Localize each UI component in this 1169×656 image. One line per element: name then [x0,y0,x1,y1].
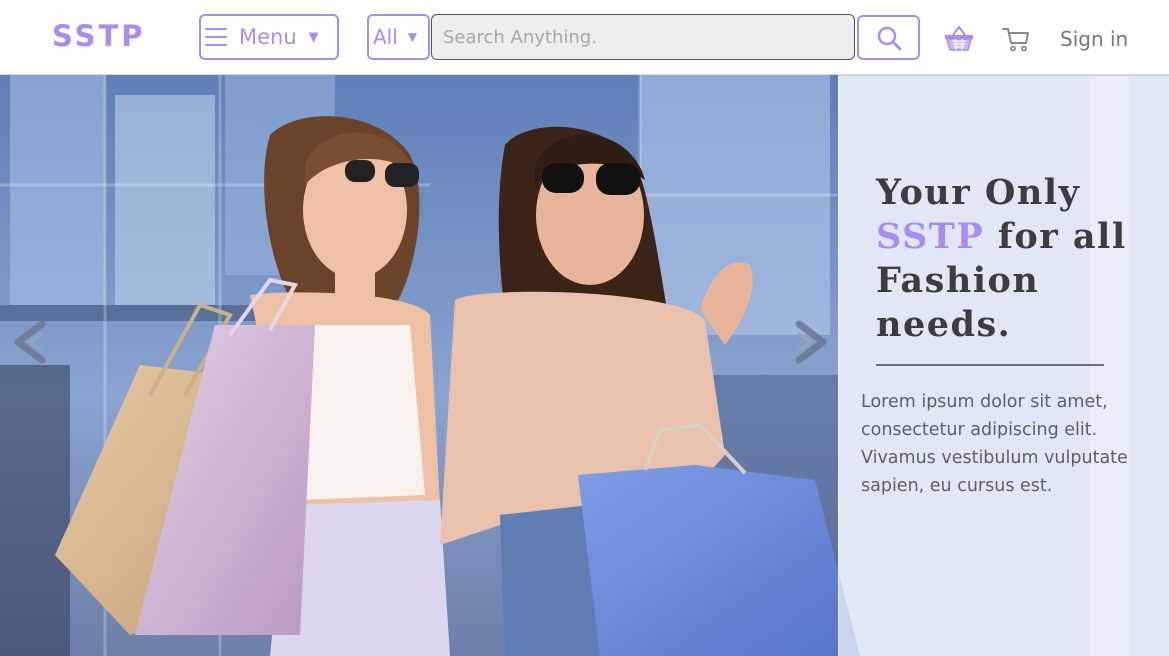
promo-heading-brand: SSTP [876,216,985,257]
carousel-next-arrow[interactable] [793,320,829,364]
carousel-prev-arrow[interactable] [12,320,48,364]
menu-button[interactable]: Menu ▼ [199,14,339,60]
category-select-value: All [373,25,398,49]
chevron-right-icon [795,320,827,364]
category-select[interactable]: All ▼ [367,14,430,60]
promo-heading-line4: needs. [876,304,1012,345]
sign-in-link[interactable]: Sign in [1060,27,1128,51]
promo-panel: Your Only SSTP for all Fashion needs. Lo… [838,75,1169,656]
promo-divider [876,364,1104,366]
menu-button-label: Menu [239,25,297,49]
basket-icon[interactable] [944,24,974,52]
hamburger-icon [205,28,227,46]
chevron-down-icon: ▼ [308,29,319,45]
promo-heading-line3: Fashion [876,260,1040,301]
promo-heading: Your Only SSTP for all Fashion needs. [876,171,1166,347]
promo-heading-line1: Your Only [876,172,1081,213]
search-icon [877,26,901,50]
top-navbar: SSTP Menu ▼ All ▼ Sign in [0,0,1169,75]
search-input[interactable] [431,14,855,60]
chevron-left-icon [14,320,46,364]
promo-heading-line2: for all [997,216,1127,257]
cart-icon[interactable] [1002,26,1030,53]
search-button[interactable] [857,15,920,60]
promo-body-text: Lorem ipsum dolor sit amet, consectetur … [861,392,1128,496]
hero-banner: Your Only SSTP for all Fashion needs. Lo… [0,75,1169,656]
brand-logo[interactable]: SSTP [52,19,146,53]
chevron-down-icon: ▼ [407,30,418,44]
